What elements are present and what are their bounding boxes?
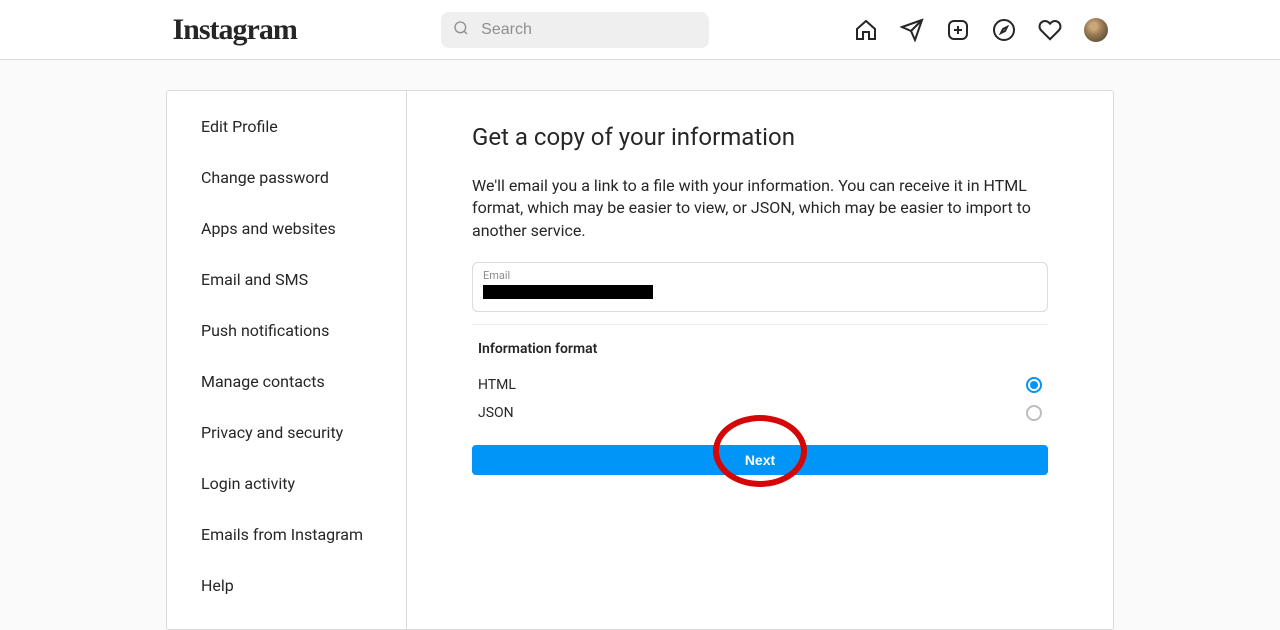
sidebar-item-help[interactable]: Help — [167, 560, 406, 611]
divider — [472, 324, 1048, 325]
sidebar-item-push-notifications[interactable]: Push notifications — [167, 305, 406, 356]
settings-sidebar: Edit Profile Change password Apps and we… — [167, 91, 407, 629]
nav-icons — [854, 18, 1108, 42]
top-bar: Instagram — [0, 0, 1280, 60]
explore-icon[interactable] — [992, 18, 1016, 42]
sidebar-item-manage-contacts[interactable]: Manage contacts — [167, 356, 406, 407]
content-area: Get a copy of your information We'll ema… — [407, 91, 1113, 629]
instagram-logo[interactable]: Instagram — [173, 13, 297, 47]
top-bar-inner: Instagram — [153, 0, 1128, 59]
search-input[interactable] — [441, 12, 709, 48]
sidebar-item-edit-profile[interactable]: Edit Profile — [167, 101, 406, 152]
format-option-json[interactable]: JSON — [472, 399, 1048, 427]
search-box — [441, 12, 709, 48]
format-section-label: Information format — [478, 341, 1048, 357]
activity-icon[interactable] — [1038, 18, 1062, 42]
messenger-icon[interactable] — [900, 18, 924, 42]
radio-json[interactable] — [1026, 405, 1042, 421]
sidebar-item-apps-websites[interactable]: Apps and websites — [167, 203, 406, 254]
settings-page: Edit Profile Change password Apps and we… — [166, 90, 1114, 630]
format-option-json-label: JSON — [478, 405, 514, 421]
sidebar-item-emails-from-instagram[interactable]: Emails from Instagram — [167, 509, 406, 560]
format-option-html-label: HTML — [478, 377, 516, 393]
search-wrap — [441, 12, 709, 48]
home-icon[interactable] — [854, 18, 878, 42]
next-button-wrap: Next — [472, 427, 1048, 475]
sidebar-item-change-password[interactable]: Change password — [167, 152, 406, 203]
email-field[interactable]: Email — [472, 262, 1048, 312]
avatar[interactable] — [1084, 18, 1108, 42]
sidebar-item-email-sms[interactable]: Email and SMS — [167, 254, 406, 305]
next-button[interactable]: Next — [472, 445, 1048, 475]
sidebar-item-login-activity[interactable]: Login activity — [167, 458, 406, 509]
email-label: Email — [483, 269, 1037, 282]
page-title: Get a copy of your information — [472, 123, 1048, 151]
email-value-redacted — [483, 285, 653, 299]
new-post-icon[interactable] — [946, 18, 970, 42]
sidebar-item-privacy-security[interactable]: Privacy and security — [167, 407, 406, 458]
radio-html[interactable] — [1026, 377, 1042, 393]
page-description: We'll email you a link to a file with yo… — [472, 175, 1048, 242]
search-icon — [453, 20, 469, 40]
format-option-html[interactable]: HTML — [472, 371, 1048, 399]
